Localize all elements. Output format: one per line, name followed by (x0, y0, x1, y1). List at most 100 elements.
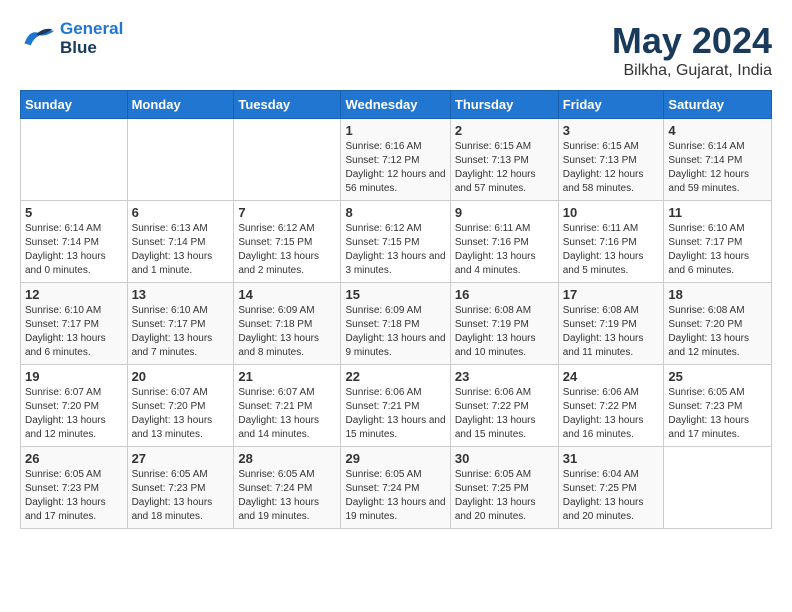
calendar-cell: 4 Sunrise: 6:14 AM Sunset: 7:14 PM Dayli… (664, 119, 772, 201)
day-info: Sunrise: 6:06 AM Sunset: 7:21 PM Dayligh… (345, 386, 445, 442)
calendar-cell: 5 Sunrise: 6:14 AM Sunset: 7:14 PM Dayli… (21, 201, 128, 283)
day-number: 29 (345, 451, 445, 466)
day-info: Sunrise: 6:05 AM Sunset: 7:23 PM Dayligh… (25, 468, 123, 524)
weekday-header: Tuesday (234, 91, 341, 119)
day-number: 26 (25, 451, 123, 466)
day-number: 30 (455, 451, 554, 466)
calendar-cell: 20 Sunrise: 6:07 AM Sunset: 7:20 PM Dayl… (127, 365, 234, 447)
day-number: 1 (345, 123, 445, 138)
day-number: 2 (455, 123, 554, 138)
day-number: 16 (455, 287, 554, 302)
day-info: Sunrise: 6:10 AM Sunset: 7:17 PM Dayligh… (25, 304, 123, 360)
calendar-cell: 12 Sunrise: 6:10 AM Sunset: 7:17 PM Dayl… (21, 283, 128, 365)
day-number: 11 (668, 205, 767, 220)
page-header: General Blue May 2024 Bilkha, Gujarat, I… (20, 20, 772, 80)
day-info: Sunrise: 6:10 AM Sunset: 7:17 PM Dayligh… (668, 222, 767, 278)
calendar-cell: 10 Sunrise: 6:11 AM Sunset: 7:16 PM Dayl… (558, 201, 664, 283)
day-info: Sunrise: 6:10 AM Sunset: 7:17 PM Dayligh… (132, 304, 230, 360)
weekday-header-row: SundayMondayTuesdayWednesdayThursdayFrid… (21, 91, 772, 119)
logo-text: General Blue (60, 20, 123, 57)
day-number: 10 (563, 205, 660, 220)
day-info: Sunrise: 6:05 AM Sunset: 7:25 PM Dayligh… (455, 468, 554, 524)
calendar-cell (127, 119, 234, 201)
calendar-cell: 25 Sunrise: 6:05 AM Sunset: 7:23 PM Dayl… (664, 365, 772, 447)
calendar-cell: 27 Sunrise: 6:05 AM Sunset: 7:23 PM Dayl… (127, 447, 234, 529)
calendar-cell: 24 Sunrise: 6:06 AM Sunset: 7:22 PM Dayl… (558, 365, 664, 447)
calendar-cell: 21 Sunrise: 6:07 AM Sunset: 7:21 PM Dayl… (234, 365, 341, 447)
day-number: 24 (563, 369, 660, 384)
day-info: Sunrise: 6:05 AM Sunset: 7:23 PM Dayligh… (668, 386, 767, 442)
day-number: 17 (563, 287, 660, 302)
weekday-header: Monday (127, 91, 234, 119)
calendar-cell: 1 Sunrise: 6:16 AM Sunset: 7:12 PM Dayli… (341, 119, 450, 201)
day-number: 4 (668, 123, 767, 138)
weekday-header: Thursday (450, 91, 558, 119)
calendar-cell: 14 Sunrise: 6:09 AM Sunset: 7:18 PM Dayl… (234, 283, 341, 365)
calendar-cell: 6 Sunrise: 6:13 AM Sunset: 7:14 PM Dayli… (127, 201, 234, 283)
day-info: Sunrise: 6:05 AM Sunset: 7:24 PM Dayligh… (238, 468, 336, 524)
calendar-week-row: 26 Sunrise: 6:05 AM Sunset: 7:23 PM Dayl… (21, 447, 772, 529)
logo-icon (20, 25, 56, 53)
day-info: Sunrise: 6:15 AM Sunset: 7:13 PM Dayligh… (563, 140, 660, 196)
calendar-cell: 3 Sunrise: 6:15 AM Sunset: 7:13 PM Dayli… (558, 119, 664, 201)
location: Bilkha, Gujarat, India (612, 62, 772, 80)
calendar-cell: 19 Sunrise: 6:07 AM Sunset: 7:20 PM Dayl… (21, 365, 128, 447)
weekday-header: Wednesday (341, 91, 450, 119)
logo: General Blue (20, 20, 123, 57)
calendar-cell: 16 Sunrise: 6:08 AM Sunset: 7:19 PM Dayl… (450, 283, 558, 365)
day-number: 21 (238, 369, 336, 384)
day-number: 14 (238, 287, 336, 302)
calendar-week-row: 5 Sunrise: 6:14 AM Sunset: 7:14 PM Dayli… (21, 201, 772, 283)
calendar-cell: 22 Sunrise: 6:06 AM Sunset: 7:21 PM Dayl… (341, 365, 450, 447)
day-info: Sunrise: 6:14 AM Sunset: 7:14 PM Dayligh… (668, 140, 767, 196)
title-block: May 2024 Bilkha, Gujarat, India (612, 20, 772, 80)
day-info: Sunrise: 6:09 AM Sunset: 7:18 PM Dayligh… (345, 304, 445, 360)
calendar-cell: 9 Sunrise: 6:11 AM Sunset: 7:16 PM Dayli… (450, 201, 558, 283)
day-info: Sunrise: 6:07 AM Sunset: 7:21 PM Dayligh… (238, 386, 336, 442)
calendar-cell: 17 Sunrise: 6:08 AM Sunset: 7:19 PM Dayl… (558, 283, 664, 365)
day-info: Sunrise: 6:14 AM Sunset: 7:14 PM Dayligh… (25, 222, 123, 278)
day-number: 31 (563, 451, 660, 466)
day-number: 25 (668, 369, 767, 384)
day-info: Sunrise: 6:06 AM Sunset: 7:22 PM Dayligh… (563, 386, 660, 442)
weekday-header: Sunday (21, 91, 128, 119)
day-number: 7 (238, 205, 336, 220)
calendar-cell: 26 Sunrise: 6:05 AM Sunset: 7:23 PM Dayl… (21, 447, 128, 529)
day-number: 9 (455, 205, 554, 220)
day-info: Sunrise: 6:08 AM Sunset: 7:20 PM Dayligh… (668, 304, 767, 360)
calendar-cell: 15 Sunrise: 6:09 AM Sunset: 7:18 PM Dayl… (341, 283, 450, 365)
day-info: Sunrise: 6:11 AM Sunset: 7:16 PM Dayligh… (455, 222, 554, 278)
calendar-cell: 11 Sunrise: 6:10 AM Sunset: 7:17 PM Dayl… (664, 201, 772, 283)
calendar-week-row: 12 Sunrise: 6:10 AM Sunset: 7:17 PM Dayl… (21, 283, 772, 365)
day-info: Sunrise: 6:11 AM Sunset: 7:16 PM Dayligh… (563, 222, 660, 278)
day-info: Sunrise: 6:07 AM Sunset: 7:20 PM Dayligh… (132, 386, 230, 442)
day-info: Sunrise: 6:06 AM Sunset: 7:22 PM Dayligh… (455, 386, 554, 442)
calendar-week-row: 1 Sunrise: 6:16 AM Sunset: 7:12 PM Dayli… (21, 119, 772, 201)
calendar-week-row: 19 Sunrise: 6:07 AM Sunset: 7:20 PM Dayl… (21, 365, 772, 447)
day-info: Sunrise: 6:07 AM Sunset: 7:20 PM Dayligh… (25, 386, 123, 442)
calendar-cell: 23 Sunrise: 6:06 AM Sunset: 7:22 PM Dayl… (450, 365, 558, 447)
weekday-header: Saturday (664, 91, 772, 119)
day-info: Sunrise: 6:09 AM Sunset: 7:18 PM Dayligh… (238, 304, 336, 360)
day-info: Sunrise: 6:16 AM Sunset: 7:12 PM Dayligh… (345, 140, 445, 196)
calendar-cell: 13 Sunrise: 6:10 AM Sunset: 7:17 PM Dayl… (127, 283, 234, 365)
day-number: 20 (132, 369, 230, 384)
day-number: 15 (345, 287, 445, 302)
calendar-cell: 8 Sunrise: 6:12 AM Sunset: 7:15 PM Dayli… (341, 201, 450, 283)
calendar-cell (234, 119, 341, 201)
day-number: 13 (132, 287, 230, 302)
calendar-cell: 7 Sunrise: 6:12 AM Sunset: 7:15 PM Dayli… (234, 201, 341, 283)
day-number: 22 (345, 369, 445, 384)
day-info: Sunrise: 6:12 AM Sunset: 7:15 PM Dayligh… (238, 222, 336, 278)
day-number: 8 (345, 205, 445, 220)
day-number: 3 (563, 123, 660, 138)
calendar-cell: 28 Sunrise: 6:05 AM Sunset: 7:24 PM Dayl… (234, 447, 341, 529)
day-number: 28 (238, 451, 336, 466)
day-info: Sunrise: 6:04 AM Sunset: 7:25 PM Dayligh… (563, 468, 660, 524)
day-info: Sunrise: 6:05 AM Sunset: 7:24 PM Dayligh… (345, 468, 445, 524)
calendar-cell (21, 119, 128, 201)
day-number: 12 (25, 287, 123, 302)
calendar-cell: 29 Sunrise: 6:05 AM Sunset: 7:24 PM Dayl… (341, 447, 450, 529)
calendar-table: SundayMondayTuesdayWednesdayThursdayFrid… (20, 90, 772, 529)
day-info: Sunrise: 6:12 AM Sunset: 7:15 PM Dayligh… (345, 222, 445, 278)
